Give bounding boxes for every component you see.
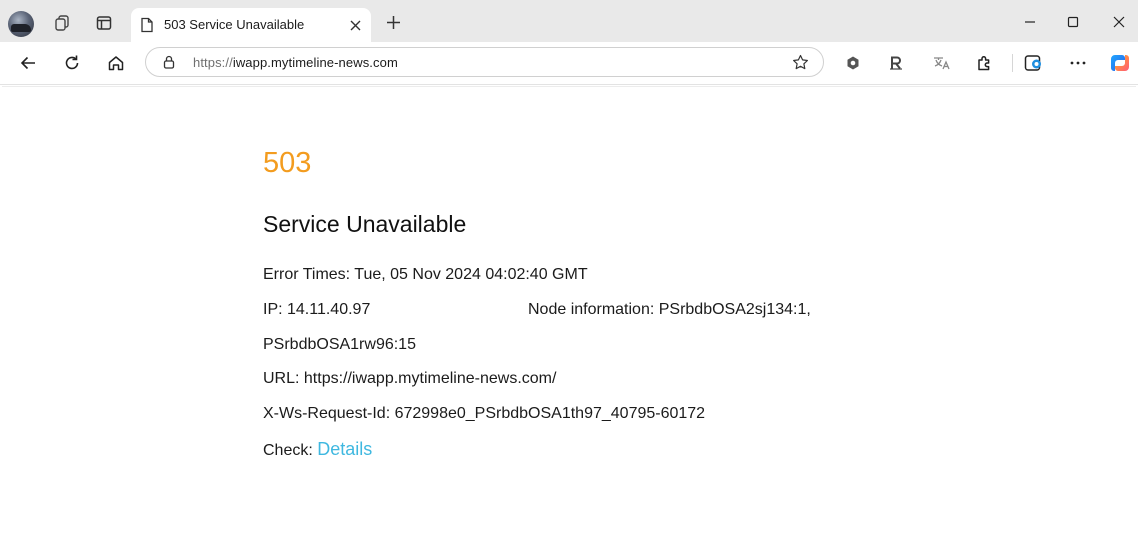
details-link[interactable]: Details [317,439,372,459]
url-text[interactable]: https://iwapp.mytimeline-news.com [193,55,398,70]
request-url: URL: https://iwapp.mytimeline-news.com/ [263,370,557,387]
collections-icon[interactable] [1019,48,1049,78]
tab-title: 503 Service Unavailable [164,17,305,32]
page-icon [140,17,154,38]
node-information: Node information: PSrbdbOSA2sj134:1, [528,301,811,318]
close-window-icon[interactable] [1104,10,1134,34]
url-scheme: https:// [193,55,233,70]
home-icon[interactable] [101,48,131,78]
check-row: Check: Details [263,439,372,460]
node-information-continued: PSrbdbOSA1rw96:15 [263,336,416,353]
active-tab[interactable]: 503 Service Unavailable [131,8,371,42]
new-tab-button[interactable] [381,10,405,34]
refresh-icon[interactable] [57,48,87,78]
error-times: Error Times: Tue, 05 Nov 2024 04:02:40 G… [263,266,588,283]
url-host: iwapp.mytimeline-news.com [232,55,398,70]
tab-strip: 503 Service Unavailable [0,0,1138,42]
lock-icon[interactable] [163,55,175,74]
translate-extension-icon[interactable] [926,48,956,78]
address-bar[interactable]: https://iwapp.mytimeline-news.com [145,47,824,77]
profile-avatar[interactable] [8,11,34,37]
browser-toolbar: https://iwapp.mytimeline-news.com [0,42,1138,85]
more-icon[interactable] [1063,48,1093,78]
workspaces-icon[interactable] [47,8,77,38]
back-arrow-icon[interactable] [13,48,43,78]
extension-icon[interactable] [838,48,868,78]
reader-r-icon[interactable] [881,48,911,78]
error-title: Service Unavailable [263,211,467,237]
maximize-icon[interactable] [1058,10,1088,34]
check-label: Check: [263,442,313,459]
page-content [2,86,1136,560]
ip-address: IP: 14.11.40.97 [263,301,371,318]
puzzle-icon[interactable] [970,48,1000,78]
copilot-icon[interactable] [1105,48,1135,78]
toolbar-separator [1012,54,1013,72]
error-code: 503 [263,147,312,179]
tab-actions-icon[interactable] [89,8,119,38]
request-id: X-Ws-Request-Id: 672998e0_PSrbdbOSA1th97… [263,405,706,422]
star-icon[interactable] [792,54,809,76]
close-tab-icon[interactable] [347,17,363,33]
minimize-icon[interactable] [1015,10,1045,34]
